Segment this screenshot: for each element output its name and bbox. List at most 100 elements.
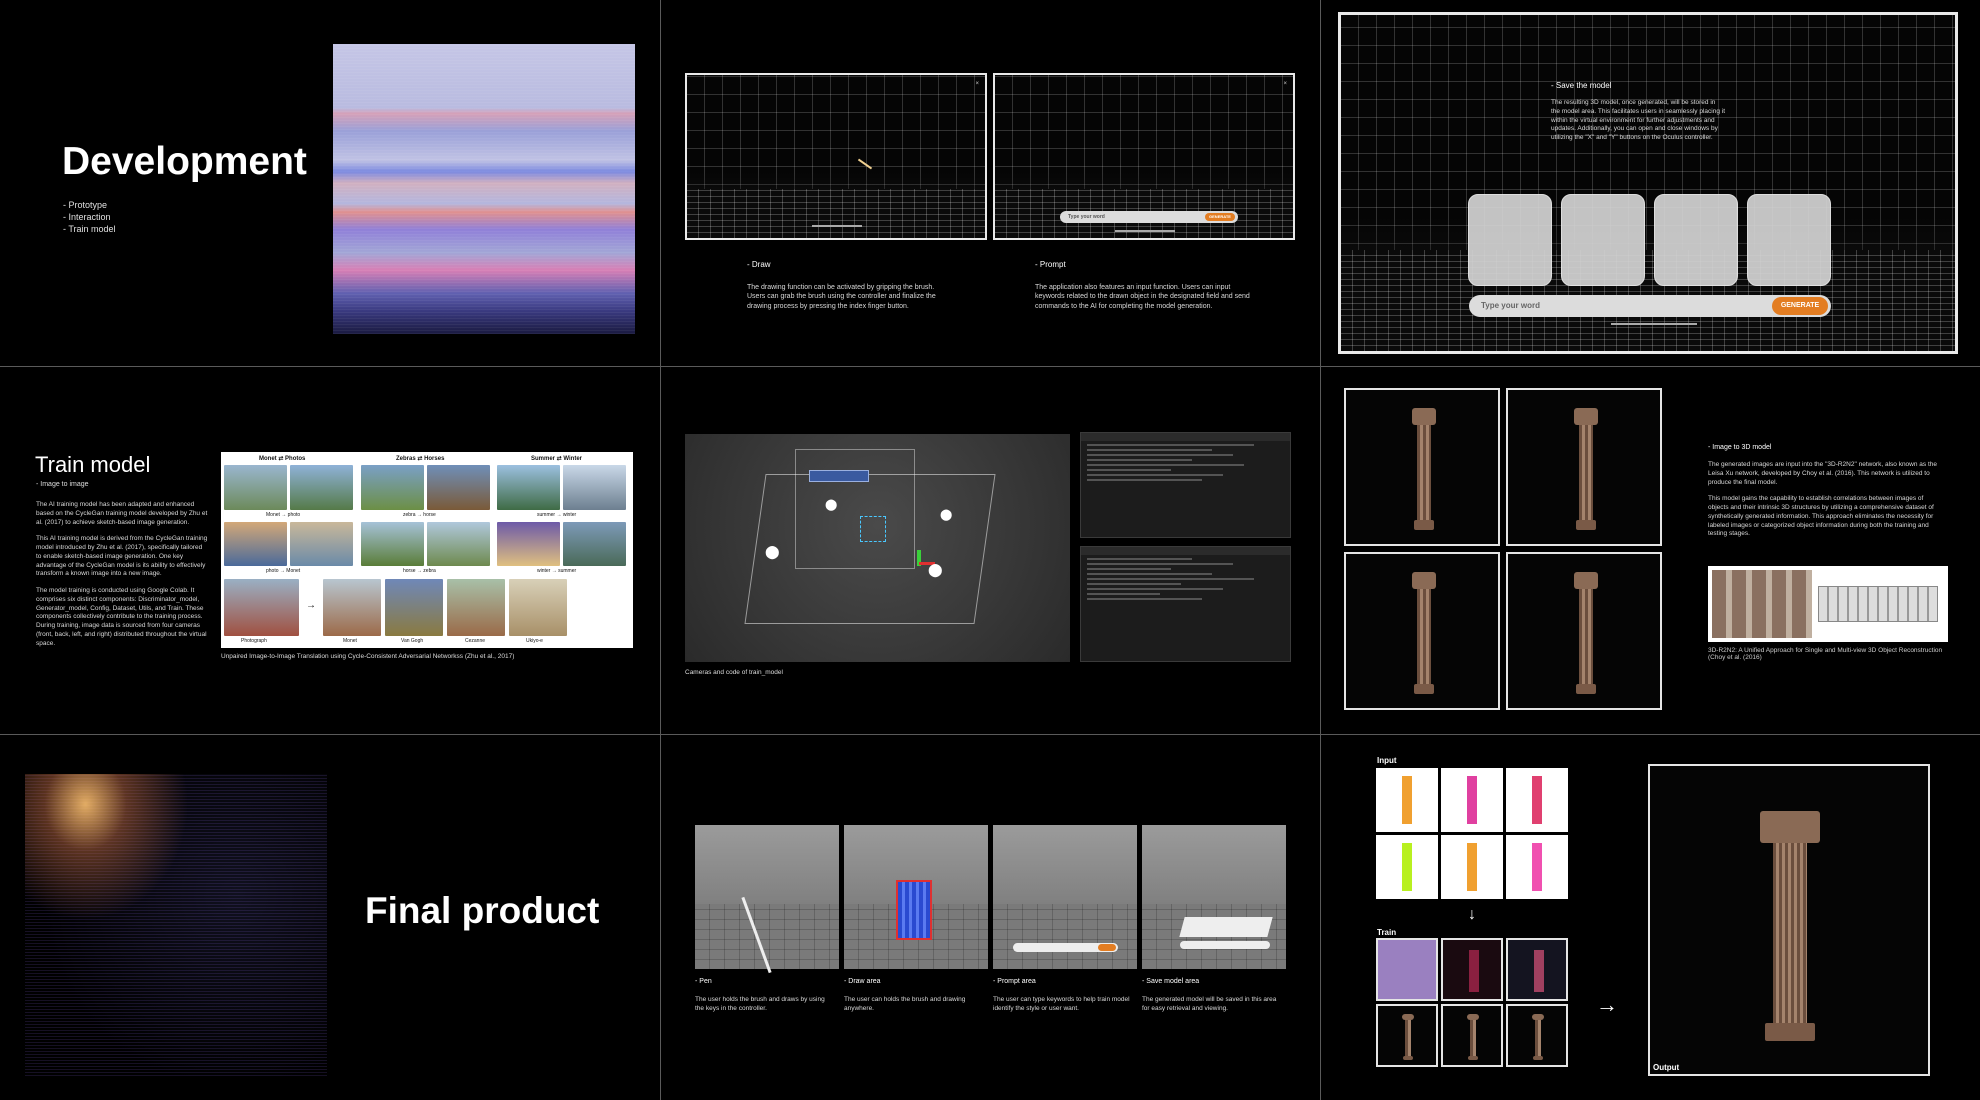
label-monet-photo: Monet → photo	[266, 512, 301, 518]
feature-draw-area: - Draw area The user can holds the brush…	[844, 978, 984, 1014]
photo-winter-1	[563, 465, 626, 510]
r2n2-heading: - Image to 3D model	[1708, 444, 1772, 451]
development-list: - Prototype - Interaction - Train model	[63, 199, 116, 235]
input-sketch-6	[1506, 835, 1568, 899]
code-window-1	[1080, 432, 1291, 538]
train-paragraph-2: This AI training model is derived from t…	[36, 535, 208, 578]
feature-prompt-area: - Prompt area The user can type keywords…	[993, 978, 1133, 1014]
panel-final-product: Final product	[0, 734, 660, 1100]
train-paragraph-3: The model training is conducted using Go…	[36, 587, 207, 647]
style-monet	[323, 579, 381, 636]
column-render-3	[1344, 552, 1500, 710]
cyclegan-caption: Unpaired Image-to-Image Translation usin…	[221, 653, 515, 660]
style-label-cezanne: Cezanne	[465, 638, 486, 644]
train-label: Train	[1377, 928, 1397, 937]
panel-save-model: - Save the model The resulting 3D model,…	[1320, 0, 1980, 366]
column-render-4	[1506, 552, 1662, 710]
photo-winter-2	[497, 522, 560, 566]
photo-zebra-2	[427, 522, 490, 566]
r2n2-paragraph-1: The generated images are input into the …	[1708, 461, 1937, 486]
train-sample-6	[1506, 1004, 1568, 1067]
panel-pipeline: Input ↓ Train → Output	[1320, 734, 1980, 1100]
feature-save-area-heading: - Save model area	[1142, 978, 1200, 985]
style-van-gogh	[385, 579, 443, 636]
draw-body: The drawing function can be activated by…	[747, 284, 936, 310]
panel-train-model: Train model - Image to image The AI trai…	[0, 366, 660, 734]
camera-icon: ⬤	[765, 544, 780, 559]
train-sample-1	[1376, 938, 1438, 1001]
save-heading: - Save the model	[1551, 81, 1612, 90]
development-item-prototype: - Prototype	[63, 200, 108, 210]
development-title: Development	[62, 140, 307, 183]
photo-summer-1	[497, 465, 560, 510]
vr-prompt-view: Type your word GENERATE ×	[993, 73, 1295, 240]
style-label-monet: Monet	[343, 638, 357, 644]
prompt-body: The application also features an input f…	[1035, 284, 1250, 310]
panel-development: Development - Prototype - Interaction - …	[0, 0, 660, 366]
photo-summer-2	[563, 522, 626, 566]
style-label-photograph: Photograph	[241, 638, 267, 644]
photo-monet-3	[224, 522, 287, 566]
output-label: Output	[1653, 1063, 1680, 1072]
label-zebra-horse: zebra → horse	[403, 512, 436, 518]
column-render-2	[1506, 388, 1662, 546]
save-caption: - Save the model The resulting 3D model,…	[1551, 81, 1726, 143]
wireframe-box	[795, 449, 915, 569]
close-icon[interactable]: ×	[975, 81, 979, 87]
prompt-bar	[1013, 943, 1118, 952]
feature-save-area-view	[1142, 825, 1286, 969]
down-arrow-icon: ↓	[1468, 906, 1476, 923]
input-sketch-2	[1441, 768, 1503, 832]
feature-pen-body: The user holds the brush and draws by us…	[695, 996, 825, 1012]
model-slot-2[interactable]	[1561, 194, 1645, 286]
label-photo-monet: photo → Monet	[266, 568, 301, 574]
panel-image-to-3d: - Image to 3D model The generated images…	[1320, 366, 1980, 734]
right-arrow-icon: →	[1596, 992, 1618, 1017]
r2n2-caption: 3D-R2N2: A Unified Approach for Single a…	[1708, 647, 1943, 661]
unity-scene-view: ⬤ ⬤ ⬤ ⬤	[685, 434, 1070, 662]
camera-icon: ⬤	[825, 499, 838, 511]
feature-draw-area-heading: - Draw area	[844, 978, 881, 985]
model-slot-1[interactable]	[1468, 194, 1552, 286]
column-render-1	[1344, 388, 1500, 546]
brush-stroke	[857, 158, 873, 170]
train-sample-3	[1506, 938, 1568, 1001]
close-icon[interactable]: ×	[1283, 81, 1287, 87]
feature-prompt-area-body: The user can type keywords to help train…	[993, 996, 1130, 1012]
draw-caption: - Draw The drawing function can be activ…	[747, 260, 947, 311]
input-label: Input	[1377, 756, 1397, 765]
train-sample-5	[1441, 1004, 1503, 1067]
controller-bar	[1115, 230, 1175, 232]
input-sketch-4	[1376, 835, 1438, 899]
feature-pen-view	[695, 825, 839, 974]
feature-save-area-body: The generated model will be saved in thi…	[1142, 996, 1277, 1012]
camera-icon: ⬤	[928, 562, 943, 577]
draw-heading: - Draw	[747, 260, 771, 269]
style-label-van-gogh: Van Gogh	[401, 638, 424, 644]
train-title: Train model	[35, 452, 151, 477]
space-image	[25, 774, 327, 1076]
cameras-caption: Cameras and code of train_model	[685, 669, 783, 676]
style-ukiyo-e	[509, 579, 567, 636]
prompt-input[interactable]: Type your word GENERATE	[1060, 211, 1238, 223]
model-slot-3[interactable]	[1654, 194, 1738, 286]
final-title: Final product	[365, 890, 600, 931]
train-sample-2	[1441, 938, 1503, 1001]
save-prompt-input[interactable]: Type your word GENERATE	[1469, 295, 1831, 317]
train-grid	[1376, 938, 1568, 1070]
input-grid	[1376, 768, 1568, 903]
input-sketch-3	[1506, 768, 1568, 832]
model-slot-4[interactable]	[1747, 194, 1831, 286]
feature-prompt-area-view	[993, 825, 1137, 969]
panel-features: - Pen The user holds the brush and draws…	[660, 734, 1320, 1100]
label-winter-summer: winter → summer	[537, 568, 577, 574]
save-bar	[1180, 941, 1270, 949]
photo-monet-4	[290, 522, 353, 566]
style-photograph	[224, 579, 299, 636]
save-generate-button[interactable]: GENERATE	[1772, 297, 1828, 315]
vr-draw-view: ×	[685, 73, 987, 240]
vr-save-view: - Save the model The resulting 3D model,…	[1338, 12, 1958, 354]
generate-button[interactable]: GENERATE	[1205, 213, 1235, 221]
train-sample-4	[1376, 1004, 1438, 1067]
development-item-interaction: - Interaction	[63, 212, 111, 223]
